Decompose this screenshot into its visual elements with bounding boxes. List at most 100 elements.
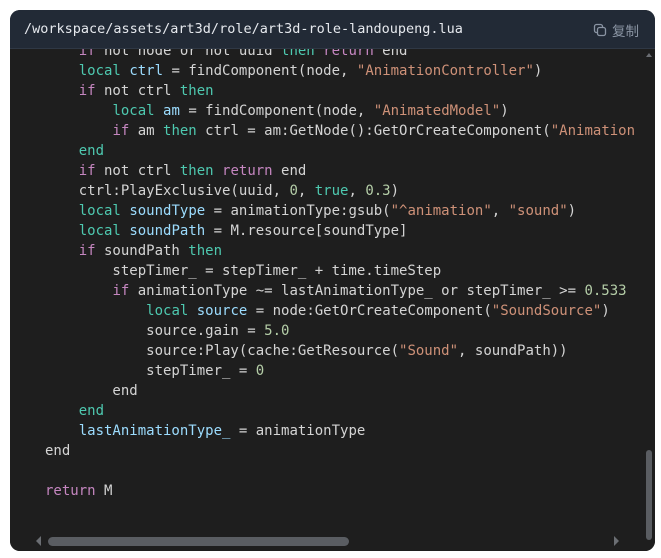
code-token: "SoundSource" xyxy=(491,303,602,319)
code-token: end xyxy=(45,443,71,459)
code-token: = node:GetOrCreateComponent( xyxy=(247,303,492,319)
code-token: am xyxy=(129,123,164,139)
horizontal-scrollbar[interactable] xyxy=(10,529,643,551)
code-token: then xyxy=(179,83,214,99)
code-token: ctrl xyxy=(129,63,164,79)
code-token: source:Play(cache:GetResource( xyxy=(45,343,400,359)
code-token: ) xyxy=(500,103,509,119)
code-token: if xyxy=(78,49,96,59)
copy-button[interactable]: 复制 xyxy=(593,20,639,40)
code-line: stepTimer_ = 0 xyxy=(45,361,635,381)
code-line: ctrl:PlayExclusive(uuid, 0, true, 0.3) xyxy=(45,181,635,201)
code-token: ctrl:PlayExclusive(uuid, xyxy=(45,183,290,199)
code-token: end xyxy=(272,163,307,179)
code-token: , xyxy=(491,203,509,219)
code-token: not ctrl xyxy=(95,83,180,99)
code-token: am xyxy=(163,103,180,119)
code-token: not ctrl xyxy=(95,163,180,179)
code-token: ) xyxy=(390,183,400,199)
code-token: if xyxy=(78,83,96,99)
code-token: source xyxy=(196,303,248,319)
code-token: , xyxy=(297,183,315,199)
code-token: 0 xyxy=(255,363,265,379)
code-line: lastAnimationType_ = animationType xyxy=(45,421,635,441)
code-token: end xyxy=(78,143,105,159)
code-token: "sound" xyxy=(508,203,568,219)
code-token: = M.resource[soundType] xyxy=(205,223,408,239)
horizontal-scroll-thumb[interactable] xyxy=(48,537,349,546)
code-token: ctrl = am:GetNode():GetOrCreateComponent… xyxy=(196,123,551,139)
code-token: local xyxy=(78,203,121,219)
code-line: if not node or not uuid then return end xyxy=(45,49,635,61)
code-token: true xyxy=(314,183,349,199)
code-line: local ctrl = findComponent(node, "Animat… xyxy=(45,61,635,81)
code-token: animationType ~= lastAnimationType_ or s… xyxy=(129,283,585,299)
vertical-scrollbar[interactable] xyxy=(643,49,655,551)
scroll-right-arrow-icon[interactable] xyxy=(614,536,619,546)
code-token: = findComponent(node, xyxy=(179,103,374,119)
code-token: 5.0 xyxy=(264,323,290,339)
code-token: end xyxy=(45,383,138,399)
code-token: then xyxy=(188,243,223,259)
code-line: if am then ctrl = am:GetNode():GetOrCrea… xyxy=(45,121,635,141)
code-line: stepTimer_ = stepTimer_ + time.timeStep xyxy=(45,261,635,281)
code-token: then xyxy=(163,123,197,139)
vertical-scroll-thumb[interactable] xyxy=(646,450,652,540)
code-token: ) xyxy=(601,303,610,319)
copy-icon xyxy=(593,23,607,37)
code-token: M xyxy=(95,483,113,499)
code-token: , soundPath)) xyxy=(458,343,568,359)
code-token: return xyxy=(45,483,96,499)
code-line: end xyxy=(45,141,635,161)
code-token: ) xyxy=(533,63,543,79)
code-token: not node or not uuid xyxy=(95,49,282,59)
code-token: if xyxy=(78,163,96,179)
file-path: /workspace/assets/art3d/role/art3d-role-… xyxy=(24,21,463,37)
code-lines: if not node or not uuid then return end … xyxy=(45,49,635,501)
code-line: local am = findComponent(node, "Animated… xyxy=(45,101,635,121)
code-token: = findComponent(node, xyxy=(163,63,357,79)
code-line: source.gain = 5.0 xyxy=(45,321,635,341)
code-header: /workspace/assets/art3d/role/art3d-role-… xyxy=(10,10,655,49)
copy-label: 复制 xyxy=(612,24,639,40)
code-token: local xyxy=(78,223,121,239)
code-token: return xyxy=(323,49,374,59)
code-viewport: if not node or not uuid then return end … xyxy=(10,49,643,529)
code-token: return xyxy=(222,163,273,179)
scroll-left-arrow-icon[interactable] xyxy=(36,536,41,546)
code-token: "Sound" xyxy=(399,343,459,359)
code-token: 0 xyxy=(289,183,298,199)
code-block: /workspace/assets/art3d/role/art3d-role-… xyxy=(10,10,655,551)
code-token: = animationType xyxy=(230,423,366,439)
code-token: stepTimer_ = stepTimer_ + time.timeStep xyxy=(45,263,442,279)
code-line: source:Play(cache:GetResource("Sound", s… xyxy=(45,341,635,361)
code-token: end xyxy=(78,403,105,419)
code-token: if xyxy=(78,243,96,259)
code-line: local source = node:GetOrCreateComponent… xyxy=(45,301,635,321)
code-token: "^animation" xyxy=(390,203,492,219)
code-token: soundPath xyxy=(129,223,206,239)
code-line: end xyxy=(45,381,635,401)
scroll-up-arrow-icon[interactable] xyxy=(646,53,652,57)
code-token: then xyxy=(179,163,214,179)
code-line: local soundType = animationType:gsub("^a… xyxy=(45,201,635,221)
code-token: local xyxy=(78,63,121,79)
code-token: "AnimatedModel" xyxy=(373,103,501,119)
